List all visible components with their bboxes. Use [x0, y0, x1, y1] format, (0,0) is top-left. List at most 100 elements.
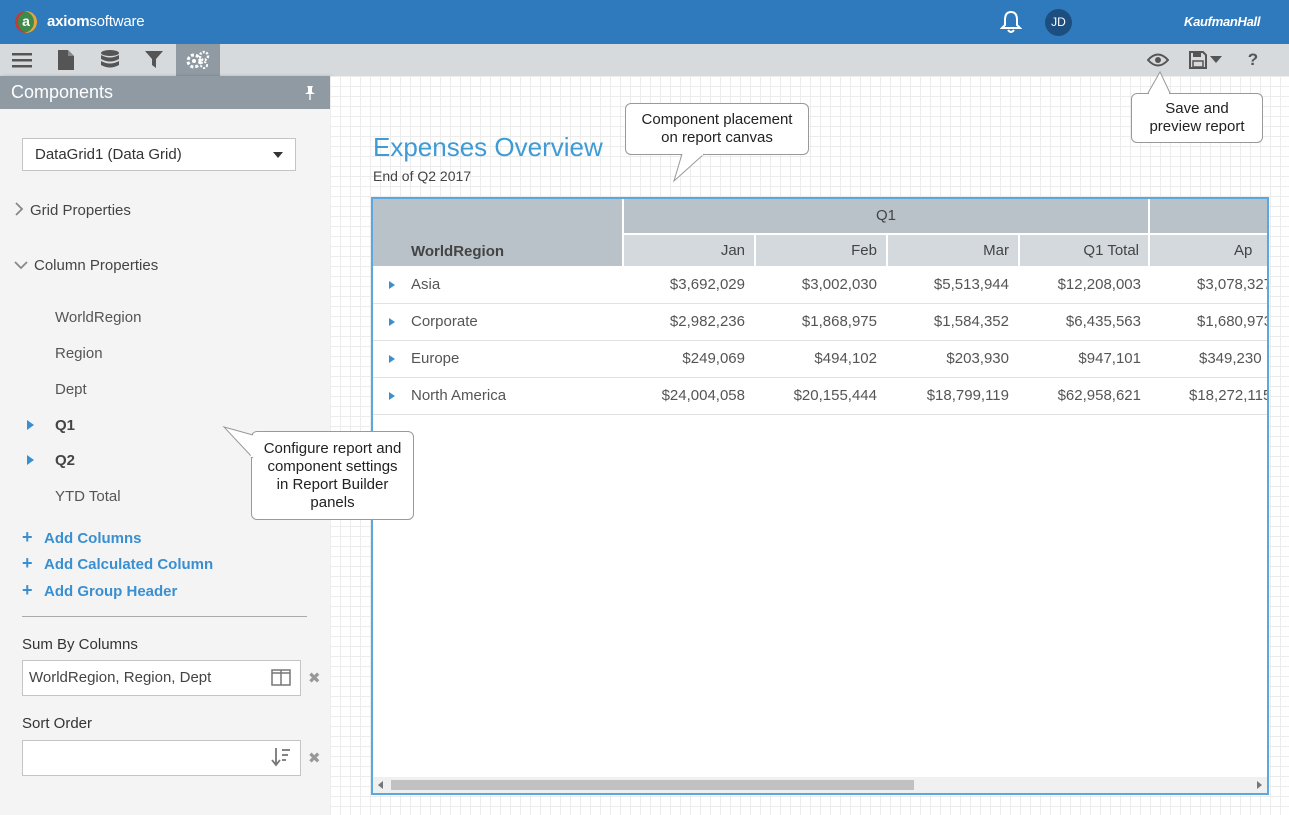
add-calculated-column-button[interactable]: + Add Calculated Column — [22, 553, 213, 574]
callout-pointer — [1147, 70, 1171, 94]
database-icon — [101, 50, 119, 68]
expand-row-icon[interactable] — [389, 355, 395, 363]
menu-icon — [12, 53, 32, 68]
expand-q1-icon[interactable] — [27, 420, 34, 430]
row-label-corporate: Corporate — [411, 313, 478, 330]
group-header-q2 — [1150, 199, 1267, 233]
cell: $1,868,975 — [801, 313, 877, 330]
clear-sum-by-icon[interactable]: ✖ — [308, 669, 321, 687]
cell: $3,002,030 — [801, 276, 877, 293]
add-columns-label: Add Columns — [44, 530, 142, 547]
add-group-header-button[interactable]: + Add Group Header — [22, 580, 177, 601]
data-grid[interactable]: WorldRegion Q1 Jan Feb Mar Q1 Total Ap A… — [371, 197, 1269, 795]
row-divider — [373, 414, 1267, 415]
column-item-worldregion[interactable]: WorldRegion — [55, 309, 141, 326]
callout-line: panels — [310, 494, 355, 511]
callout-line: in Report Builder — [276, 476, 389, 493]
sort-order-field[interactable] — [22, 740, 301, 776]
axiom-logo-icon: a — [15, 11, 37, 33]
row-divider — [373, 340, 1267, 341]
expand-row-icon[interactable] — [389, 392, 395, 400]
pin-icon[interactable] — [304, 86, 316, 100]
cell: $18,799,119 — [926, 387, 1009, 404]
column-item-dept[interactable]: Dept — [55, 381, 87, 398]
column-header-feb[interactable]: Feb — [756, 235, 886, 266]
callout-component-placement: Component placement on report canvas — [625, 103, 809, 155]
chevron-down-icon — [1209, 56, 1222, 63]
callout-line: Component placement — [641, 111, 793, 128]
row-divider — [373, 377, 1267, 378]
cell: $24,004,058 — [661, 387, 745, 404]
divider — [22, 616, 307, 617]
cell: $3,078,327 — [1197, 276, 1269, 293]
clear-sort-order-icon[interactable]: ✖ — [308, 749, 321, 767]
add-group-header-label: Add Group Header — [44, 583, 178, 600]
column-properties-label: Column Properties — [34, 257, 159, 274]
eye-icon — [1147, 53, 1169, 67]
callout-pointer — [222, 426, 254, 459]
settings-icon — [186, 50, 210, 69]
row-header-label: WorldRegion — [411, 243, 505, 260]
cell: $6,435,563 — [1065, 313, 1141, 330]
column-header-q1-total[interactable]: Q1 Total — [1020, 235, 1148, 266]
column-item-region[interactable]: Region — [55, 345, 103, 362]
component-select-value: DataGrid1 (Data Grid) — [35, 146, 182, 163]
column-header-jan[interactable]: Jan — [624, 235, 754, 266]
report-subtitle[interactable]: End of Q2 2017 — [373, 168, 471, 184]
sort-icon[interactable] — [271, 747, 291, 767]
expand-row-icon[interactable] — [389, 318, 395, 326]
column-item-q2[interactable]: Q2 — [55, 452, 75, 469]
brand-name-light: software — [89, 13, 145, 30]
cell: $20,155,444 — [793, 387, 877, 404]
document-button[interactable] — [44, 44, 88, 76]
callout-line: component settings — [267, 458, 398, 475]
save-button[interactable] — [1186, 44, 1224, 76]
help-icon[interactable]: ? — [1242, 44, 1264, 76]
plus-icon: + — [22, 527, 33, 547]
user-avatar[interactable]: JD — [1045, 9, 1072, 36]
column-header-apr[interactable]: Ap — [1150, 235, 1267, 266]
scroll-left-icon[interactable] — [378, 781, 383, 789]
column-item-q1[interactable]: Q1 — [55, 417, 75, 434]
cell: $5,513,944 — [933, 276, 1009, 293]
grid-properties-toggle[interactable]: Grid Properties — [14, 202, 131, 219]
row-label-asia: Asia — [411, 276, 441, 293]
row-label-europe: Europe — [411, 350, 460, 367]
callout-line: preview report — [1149, 118, 1245, 135]
row-header-cell: WorldRegion — [373, 199, 622, 266]
sum-by-columns-field[interactable]: WorldRegion, Region, Dept — [22, 660, 301, 696]
database-button[interactable] — [88, 44, 132, 76]
add-calculated-column-label: Add Calculated Column — [44, 556, 214, 573]
column-header-mar[interactable]: Mar — [888, 235, 1018, 266]
report-title[interactable]: Expenses Overview — [373, 132, 603, 163]
bell-icon[interactable] — [1000, 10, 1022, 34]
sum-by-columns-value: WorldRegion, Region, Dept — [29, 669, 212, 686]
columns-picker-icon[interactable] — [271, 669, 291, 686]
column-properties-toggle[interactable]: Column Properties — [14, 257, 158, 274]
sum-by-columns-label: Sum By Columns — [22, 636, 138, 653]
horizontal-scrollbar[interactable] — [373, 777, 1267, 793]
top-bar: a axiomsoftware JD KaufmanHall — [0, 0, 1289, 44]
menu-button[interactable] — [0, 44, 44, 76]
cell: $249,069 — [682, 350, 745, 367]
expand-q2-icon[interactable] — [27, 455, 34, 465]
scrollbar-thumb[interactable] — [391, 780, 914, 790]
callout-save-preview: Save and preview report — [1131, 93, 1263, 143]
row-divider — [373, 303, 1267, 304]
filter-button[interactable] — [132, 44, 176, 76]
plus-icon: + — [22, 553, 33, 573]
cell: $1,584,352 — [933, 313, 1009, 330]
component-select[interactable]: DataGrid1 (Data Grid) — [22, 138, 296, 171]
cell: $62,958,621 — [1057, 387, 1141, 404]
add-columns-button[interactable]: + Add Columns — [22, 527, 142, 548]
cell: $2,982,236 — [669, 313, 745, 330]
column-item-ytd-total[interactable]: YTD Total — [55, 488, 121, 505]
expand-row-icon[interactable] — [389, 281, 395, 289]
settings-button[interactable] — [176, 44, 220, 76]
cell: $494,102 — [814, 350, 877, 367]
chevron-down-icon — [14, 261, 28, 270]
brand-name: axiomsoftware — [47, 13, 145, 30]
plus-icon: + — [22, 580, 33, 600]
scroll-right-icon[interactable] — [1257, 781, 1262, 789]
cell: $947,101 — [1078, 350, 1141, 367]
